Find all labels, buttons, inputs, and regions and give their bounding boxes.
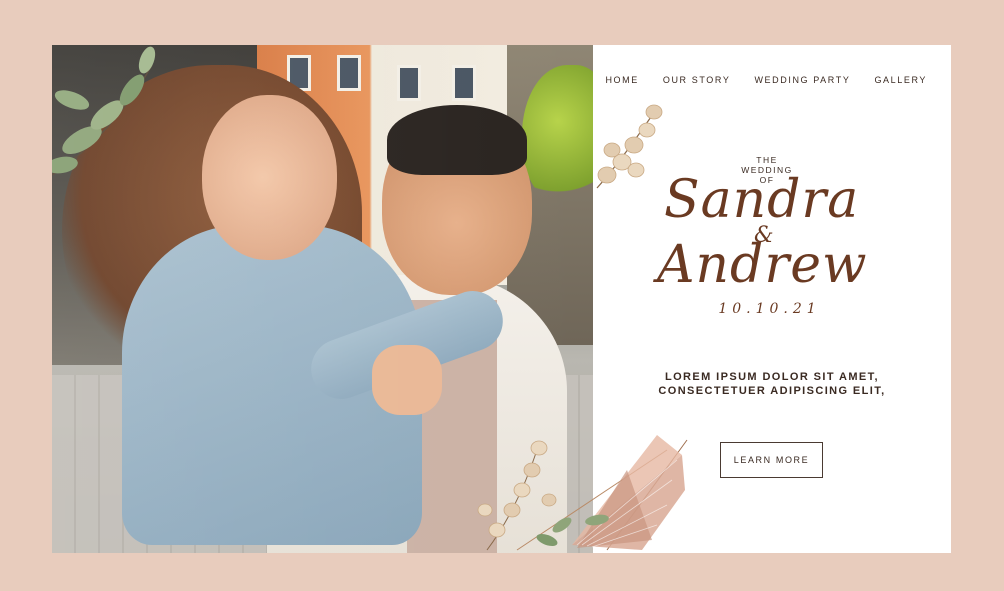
- nav-home[interactable]: HOME: [605, 75, 638, 85]
- main-nav: HOME OUR STORY WEDDING PARTY GALLERY: [605, 75, 927, 85]
- dried-palm-bouquet-icon: [477, 435, 688, 551]
- tagline-line: LOREM IPSUM DOLOR SIT AMET,: [664, 371, 879, 383]
- learn-more-button[interactable]: LEARN MORE: [720, 442, 823, 478]
- nav-wedding-party[interactable]: WEDDING PARTY: [754, 75, 850, 85]
- eucalyptus-icon: [596, 104, 663, 189]
- tagline: LOREM IPSUM DOLOR SIT AMET, CONSECTETUER…: [612, 370, 932, 398]
- nav-gallery[interactable]: GALLERY: [874, 75, 927, 85]
- bride-name: Sandra: [664, 170, 860, 230]
- tagline-line: CONSECTETUER ADIPISCING ELIT,: [658, 385, 886, 397]
- prefix-line: THE: [756, 155, 778, 165]
- nav-our-story[interactable]: OUR STORY: [663, 75, 731, 85]
- wedding-date: 10.10.21: [718, 301, 821, 317]
- groom-name: Andrew: [657, 235, 868, 295]
- hero-card: HOME OUR STORY WEDDING PARTY GALLERY THE…: [52, 45, 951, 553]
